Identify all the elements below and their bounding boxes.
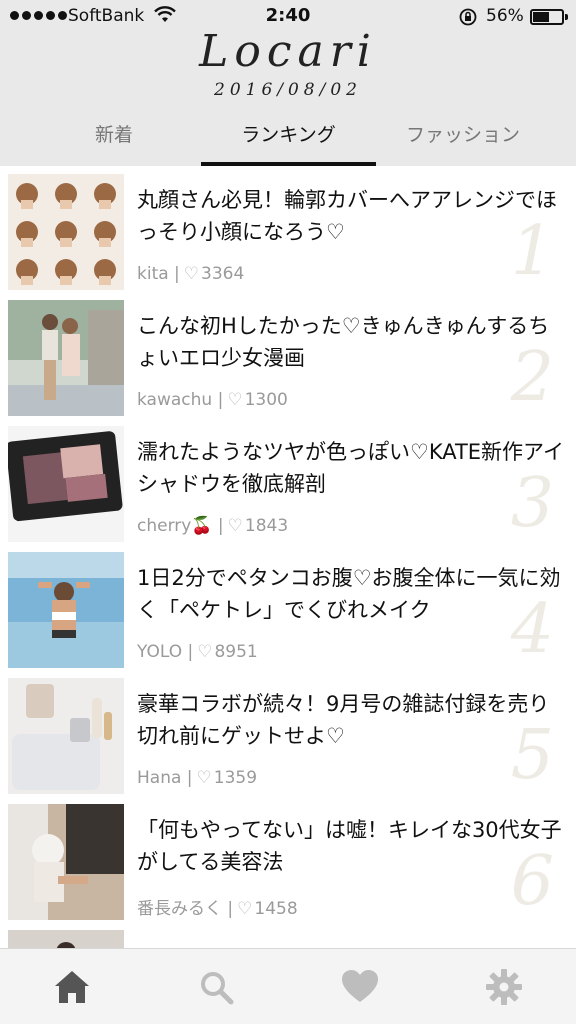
heart-outline-icon: ♡ [237,899,253,919]
tab-new[interactable]: 新着 [64,120,164,147]
rank-number: 1 [510,212,554,291]
article-item[interactable]: 1日2分でペタンコお腹♡お腹全体に一気に効く「ペケトレ」でくびれメイク YOLO… [0,544,576,670]
search-icon [201,972,234,1005]
article-thumbnail [8,930,124,948]
favorites-tab-button[interactable] [340,967,380,1007]
article-title: 丸顔さん必見！輪郭カバーへアアレンジでほっそり小顔になろう♡ [137,188,557,244]
author-name: Hana [137,768,182,788]
article-meta: kita | ♡ 3364 [137,264,245,284]
rank-number: 5 [510,716,554,795]
article-item[interactable]: 豪華コラボが続々！9月号の雑誌付録を売り切れ前にゲットせよ♡ Hana | ♡ 13… [0,670,576,796]
article-thumbnail-couple [8,300,124,416]
rank-number: 6 [510,842,554,921]
ranking-date: 2016/08/02 [214,80,362,100]
article-title: 1日2分でペタンコお腹♡お腹全体に一気に効く「ペケトレ」でくびれメイク [137,566,561,622]
home-tab-button[interactable] [52,967,92,1007]
article-meta: 番長みるく | ♡ 1458 [137,899,298,919]
article-thumbnail-hair [8,174,124,290]
home-icon [55,971,89,1003]
settings-tab-button[interactable] [484,967,524,1007]
rank-number: 3 [510,464,554,543]
article-title: 濡れたようなツヤが色っぽい♡KATE新作アイシャドウを徹底解剖 [137,440,565,496]
battery-percent: 56% [486,6,524,26]
article-title: こんな初Hしたかった♡きゅんきゅんするちょいエロ少女漫画 [137,314,550,370]
heart-outline-icon: ♡ [196,768,212,788]
category-tabs: 新着 ランキング ファッション [0,110,576,166]
rank-number: 4 [510,590,554,669]
like-count: 1843 [244,516,289,536]
heart-outline-icon: ♡ [227,390,243,410]
author-name: kita [137,264,169,284]
article-meta: kawachu | ♡ 1300 [137,390,288,410]
article-item[interactable]: 丸顔さん必見！輪郭カバーへアアレンジでほっそり小顔になろう♡ kita | ♡ 33… [0,166,576,292]
article-title: 「何もやってない」は嘘！キレイな30代女子がしてる美容法 [137,818,562,874]
like-count: 1359 [213,768,258,788]
author-name: cherry🍒 [137,516,213,536]
like-count: 1300 [244,390,288,410]
app-header: SoftBank 2:40 56% Locari 2016/08/02 新着 ラ… [0,0,576,166]
battery-icon [530,9,568,25]
heart-icon [342,970,378,1002]
author-name: kawachu [137,390,213,410]
bottom-tab-bar [0,948,576,1024]
article-item[interactable] [0,922,576,948]
article-thumbnail-beauty [8,804,124,920]
heart-outline-icon: ♡ [183,264,200,284]
article-meta: YOLO | ♡ 8951 [137,642,258,662]
heart-outline-icon: ♡ [227,516,243,536]
tab-fashion[interactable]: ファッション [390,120,536,147]
tab-ranking[interactable]: ランキング [201,120,376,147]
article-title: 豪華コラボが続々！9月号の雑誌付録を売り切れ前にゲットせよ♡ [137,692,550,748]
article-thumbnail-eyeshadow [8,426,124,542]
article-thumbnail-beach [8,552,124,668]
rank-number: 2 [510,338,554,417]
article-item[interactable]: 「何もやってない」は嘘！キレイな30代女子がしてる美容法 番長みるく | ♡ 145… [0,796,576,922]
app-logo: Locari [199,26,377,77]
author-name: YOLO [137,642,183,662]
article-thumbnail-magazine-gifts [8,678,124,794]
like-count: 8951 [214,642,258,662]
article-meta: Hana | ♡ 1359 [137,768,258,788]
author-name: 番長みるく [137,899,222,919]
article-item[interactable]: こんな初Hしたかった♡きゅんきゅんするちょいエロ少女漫画 kawachu | ♡ 1… [0,292,576,418]
article-meta: cherry🍒 | ♡ 1843 [137,516,289,536]
heart-outline-icon: ♡ [197,642,213,662]
ranking-list[interactable]: 丸顔さん必見！輪郭カバーへアアレンジでほっそり小顔になろう♡ kita | ♡ 33… [0,166,576,948]
gear-icon [486,969,522,1005]
article-item[interactable]: 濡れたようなツヤが色っぽい♡KATE新作アイシャドウを徹底解剖 cherry🍒 … [0,418,576,544]
like-count: 1458 [254,899,298,919]
search-tab-button[interactable] [196,967,236,1007]
like-count: 3364 [201,264,245,284]
